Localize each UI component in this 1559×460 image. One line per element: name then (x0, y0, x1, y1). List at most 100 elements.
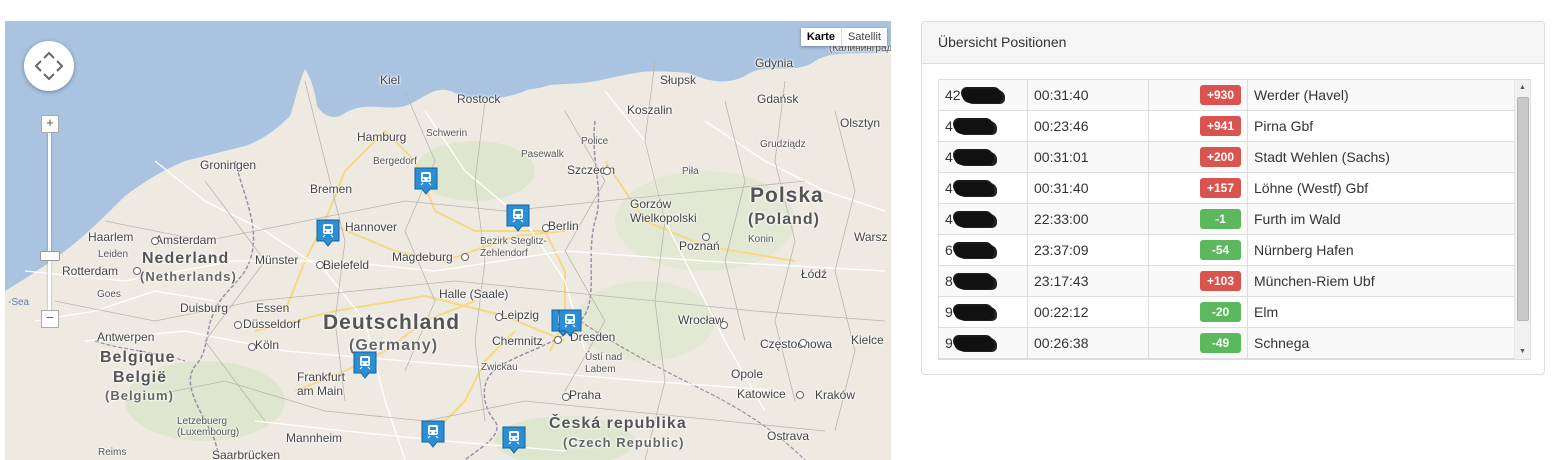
scrollbar[interactable]: ▲ ▼ (1514, 80, 1530, 359)
train-id: 9 (945, 334, 953, 351)
station-cell: Schnega (1247, 327, 1514, 359)
delay-badge: +930 (1200, 85, 1241, 105)
train-id-cell: 9 (939, 327, 1028, 359)
city-label: Konin (748, 234, 774, 245)
city-label: Rotterdam (62, 264, 119, 278)
train-id: 4 (945, 179, 953, 196)
zoom-out-button[interactable]: − (41, 310, 59, 328)
city-label: Essen (256, 301, 290, 315)
city-label: Piła (682, 166, 699, 177)
country-label: (Czech Republic) (563, 435, 685, 450)
train-icon (421, 420, 445, 448)
redacted-mark (953, 120, 994, 135)
city-label: Reims (98, 447, 127, 458)
city-label: Bielefeld (323, 258, 370, 272)
city-dot (603, 167, 611, 175)
country-label: (Poland) (748, 211, 820, 228)
city-label: Hamburg (357, 130, 407, 144)
delay-cell: -1 (1148, 203, 1248, 235)
table-row[interactable]: 4 22:33:00 -1 Furth im Wald (939, 203, 1514, 235)
train-icon (558, 309, 582, 337)
city-label: Groningen (200, 158, 257, 172)
train-icon (316, 219, 340, 247)
table-row[interactable]: 4 00:23:46 +941 Pirna Gbf (939, 110, 1514, 142)
scroll-up-icon[interactable]: ▲ (1515, 80, 1530, 95)
time-cell: 22:33:00 (1027, 203, 1149, 235)
delay-badge: -1 (1200, 209, 1241, 229)
delay-badge: -20 (1200, 302, 1241, 322)
city-label: Bremen (310, 182, 353, 196)
train-marker[interactable] (502, 426, 526, 454)
train-marker[interactable] (414, 167, 438, 195)
train-id-cell: 6 (939, 234, 1028, 266)
scroll-thumb[interactable] (1517, 97, 1529, 321)
country-label: Česká republika (549, 415, 687, 432)
table-row[interactable]: 8 23:17:43 +103 München-Riem Ubf (939, 265, 1514, 297)
scroll-down-icon[interactable]: ▼ (1515, 344, 1530, 359)
pan-arrows-icon (34, 51, 64, 81)
city-dot (133, 267, 141, 275)
train-id-cell: 4 (939, 203, 1028, 235)
map-type-karte-button[interactable]: Karte (800, 28, 841, 46)
train-marker[interactable] (316, 219, 340, 247)
city-label: Goes (97, 289, 121, 300)
city-label: Police (581, 136, 609, 147)
country-label: (Netherlands) (140, 269, 237, 284)
city-label: Chemnitz (492, 334, 543, 348)
train-marker[interactable] (558, 309, 582, 337)
city-label: Kielce (851, 333, 884, 347)
city-label: Münster (255, 253, 299, 267)
train-marker[interactable] (421, 420, 445, 448)
zoom-slider-track[interactable] (48, 125, 51, 320)
delay-cell: -54 (1148, 234, 1248, 266)
station-cell: Stadt Wehlen (Sachs) (1247, 141, 1514, 173)
city-dot (151, 237, 159, 245)
station-cell: Elm (1247, 296, 1514, 328)
city-dot (796, 391, 804, 399)
delay-badge: -54 (1200, 240, 1241, 260)
table-row[interactable]: 42 00:31:40 +930 Werder (Havel) (939, 80, 1514, 111)
city-label: Leiden (98, 249, 129, 260)
city-label: Bergedorf (373, 156, 417, 167)
city-label: Koszalin (627, 103, 673, 117)
time-cell: 00:31:40 (1027, 80, 1149, 111)
city-label: Rostock (457, 92, 501, 106)
time-cell: 00:31:40 (1027, 172, 1149, 204)
delay-badge: +941 (1200, 116, 1241, 136)
table-row[interactable]: 4 00:31:01 +200 Stadt Wehlen (Sachs) (939, 141, 1514, 173)
delay-cell: -49 (1148, 327, 1248, 359)
city-dot (248, 343, 256, 351)
city-label: Wrocław (678, 313, 724, 327)
train-marker[interactable] (353, 351, 377, 379)
table-row[interactable]: 6 23:37:09 -54 Nürnberg Hafen (939, 234, 1514, 266)
table-row[interactable]: 9 00:26:38 -49 Schnega (939, 327, 1514, 359)
positions-table: 42 00:31:40 +930 Werder (Havel) 4 00:23:46 +94… (939, 80, 1514, 359)
time-cell: 00:22:12 (1027, 296, 1149, 328)
city-label: Opole (731, 367, 764, 381)
delay-cell: +157 (1148, 172, 1248, 204)
city-label: Düsseldorf (243, 317, 301, 331)
map-type-satellit-button[interactable]: Satellit (840, 28, 887, 46)
train-id: 42 (945, 86, 961, 103)
table-row[interactable]: 4 00:31:40 +157 Löhne (Westf) Gbf (939, 172, 1514, 204)
zoom-slider-handle[interactable] (40, 251, 60, 261)
city-label: Częstochowa (760, 337, 833, 351)
city-label: Köln (255, 338, 280, 352)
map[interactable]: Deutschland (Germany) Polska (Poland) Ne… (5, 21, 891, 460)
table-row[interactable]: 9 00:22:12 -20 Elm (939, 296, 1514, 328)
city-label: Ostrava (767, 429, 810, 443)
city-dot (495, 313, 503, 321)
city-label: Kiel (380, 73, 401, 87)
redacted-mark (953, 306, 994, 321)
city-label: Poznań (679, 239, 720, 253)
delay-badge: +157 (1200, 178, 1241, 198)
city-label: Ústí nad Labem (585, 352, 623, 375)
city-label: Kraków (815, 388, 856, 402)
pan-control[interactable] (24, 41, 74, 91)
train-id-cell: 4 (939, 141, 1028, 173)
station-cell: Furth im Wald (1247, 203, 1514, 235)
city-label: Grudziądz (760, 139, 806, 150)
delay-badge: +103 (1200, 271, 1241, 291)
train-marker[interactable] (506, 204, 530, 232)
zoom-in-button[interactable]: + (41, 115, 59, 133)
